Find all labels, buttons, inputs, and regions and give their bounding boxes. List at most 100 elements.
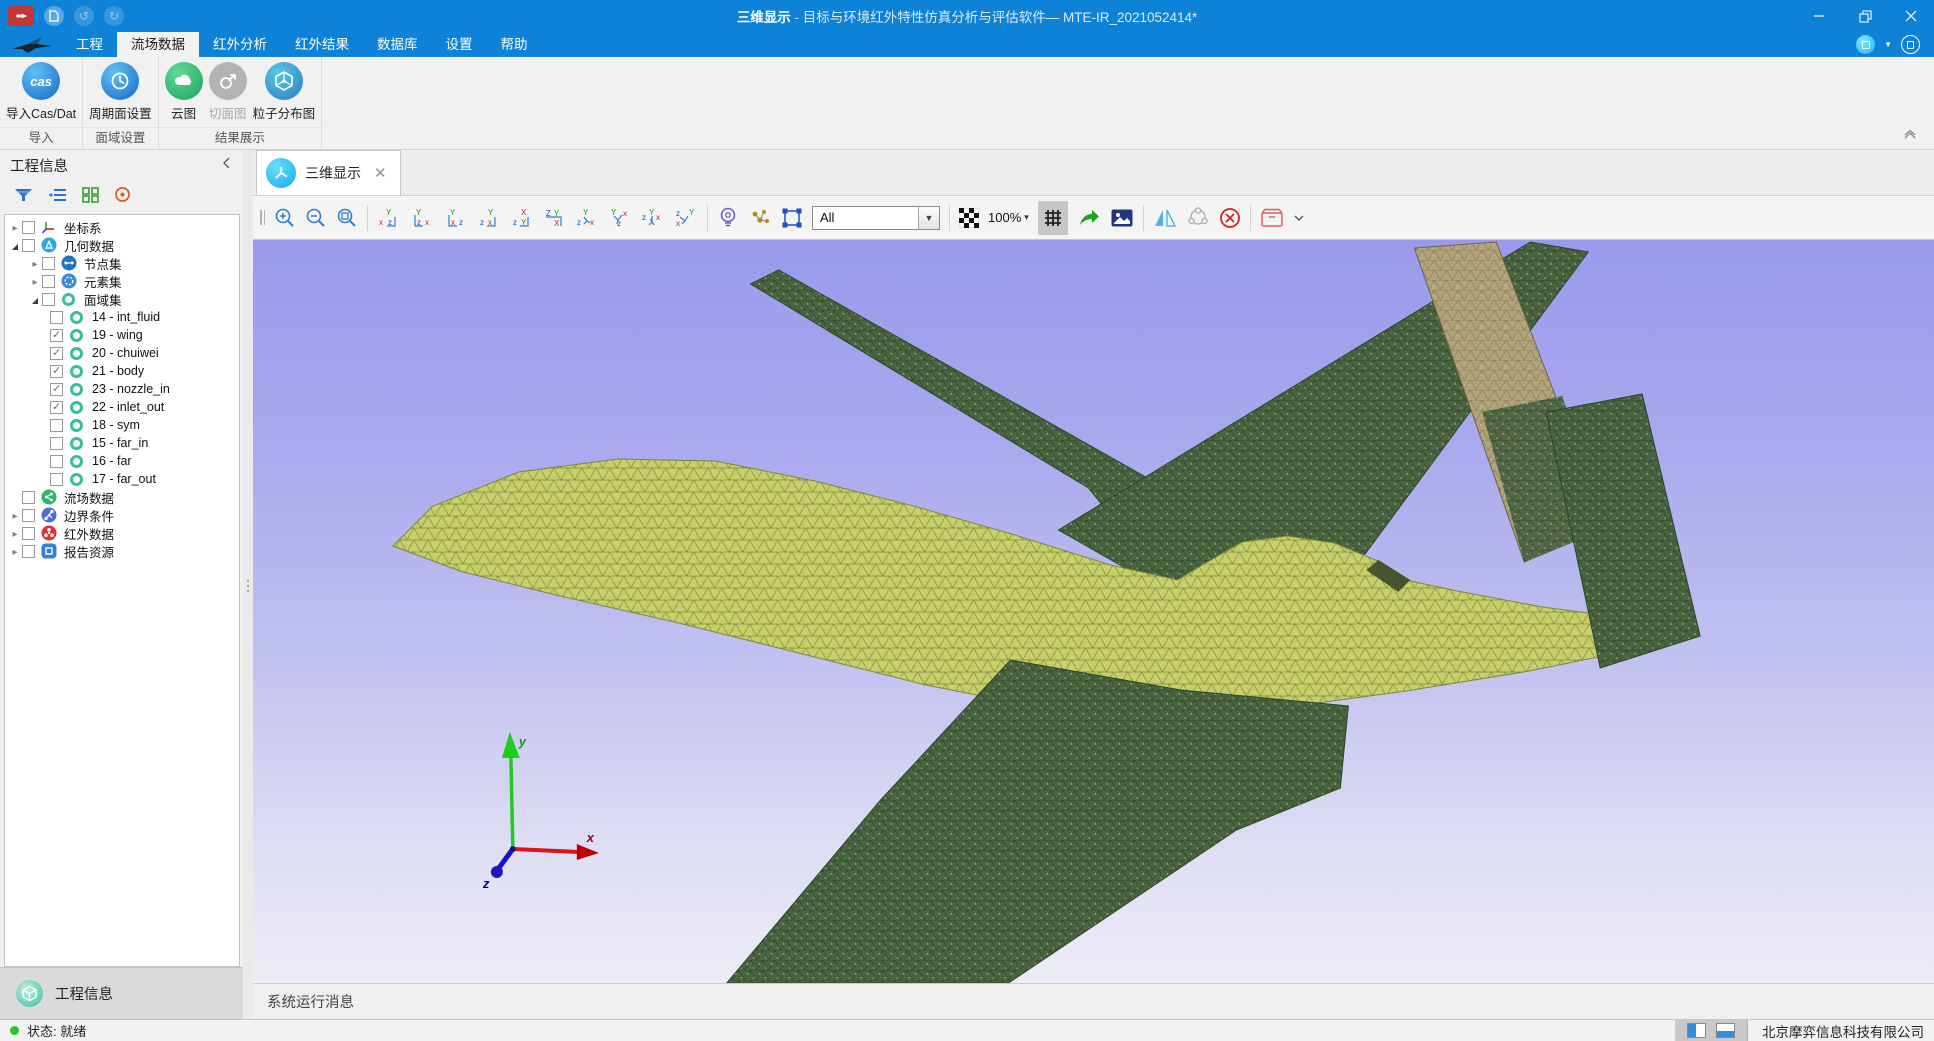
checkbox[interactable] bbox=[50, 347, 63, 360]
checkbox[interactable] bbox=[50, 329, 63, 342]
tree-item-face-21[interactable]: 21 - body bbox=[5, 362, 239, 380]
checkbox[interactable] bbox=[22, 527, 35, 540]
expand-arrow[interactable] bbox=[28, 256, 42, 270]
expand-arrow[interactable] bbox=[28, 274, 42, 288]
tree-item-infrared-data[interactable]: 红外数据 bbox=[5, 524, 239, 542]
tab-close-icon[interactable]: ✕ bbox=[374, 164, 387, 182]
grid-view-button[interactable] bbox=[82, 187, 99, 208]
expand-arrow[interactable] bbox=[28, 292, 42, 306]
checkbox[interactable] bbox=[50, 311, 63, 324]
checkbox[interactable] bbox=[50, 437, 63, 450]
tree-item-face-18[interactable]: 18 - sym bbox=[5, 416, 239, 434]
expand-arrow[interactable] bbox=[8, 526, 22, 540]
periodic-face-button[interactable]: 周期面设置 bbox=[86, 62, 155, 122]
checkbox[interactable] bbox=[50, 419, 63, 432]
tree-item-face-23[interactable]: 23 - nozzle_in bbox=[5, 380, 239, 398]
toolbar-drag-handle[interactable] bbox=[260, 210, 265, 225]
tab-3d-view[interactable]: 三维显示 ✕ bbox=[256, 150, 401, 195]
checkbox[interactable] bbox=[22, 491, 35, 504]
tree-item-report-resources[interactable]: 报告资源 bbox=[5, 542, 239, 560]
slice-plot-button[interactable]: 切面图 bbox=[206, 62, 250, 122]
checkbox[interactable] bbox=[42, 293, 55, 306]
view-left-icon[interactable]: Yxz bbox=[443, 207, 467, 229]
select-box-icon[interactable] bbox=[781, 207, 803, 229]
checkbox[interactable] bbox=[50, 365, 63, 378]
expand-arrow[interactable] bbox=[8, 238, 22, 252]
contour-plot-button[interactable]: 云图 bbox=[162, 62, 206, 122]
view-iso-se-icon[interactable]: Yzx bbox=[641, 207, 665, 229]
snapshot-icon[interactable] bbox=[1110, 208, 1134, 228]
tree-item-face-14[interactable]: 14 - int_fluid bbox=[5, 308, 239, 326]
display-filter-combobox[interactable]: All ▼ bbox=[812, 206, 940, 230]
bottom-panel-toggle-icon[interactable] bbox=[1716, 1023, 1735, 1038]
expand-arrow[interactable] bbox=[8, 508, 22, 522]
panel-footer-tab[interactable]: 工程信息 bbox=[0, 967, 243, 1019]
view-iso-sw-icon[interactable]: zYx bbox=[674, 207, 698, 229]
menu-tab-help[interactable]: 帮助 bbox=[487, 32, 542, 57]
zoom-out-icon[interactable] bbox=[305, 207, 327, 229]
light-icon[interactable] bbox=[717, 206, 739, 230]
checkbox[interactable] bbox=[42, 275, 55, 288]
menu-tab-ir-results[interactable]: 红外结果 bbox=[281, 32, 363, 57]
checkbox[interactable] bbox=[42, 257, 55, 270]
tree-item-element-set[interactable]: 元素集 bbox=[5, 272, 239, 290]
restore-button[interactable] bbox=[1842, 1, 1888, 31]
panel-splitter[interactable] bbox=[243, 150, 253, 1019]
checkbox[interactable] bbox=[22, 221, 35, 234]
expand-arrow[interactable] bbox=[8, 220, 22, 234]
tree-item-face-19[interactable]: 19 - wing bbox=[5, 326, 239, 344]
checkbox[interactable] bbox=[22, 545, 35, 558]
view-front-icon[interactable]: Yxz bbox=[377, 207, 401, 229]
mesh-toggle-button[interactable] bbox=[1038, 201, 1068, 235]
import-cas-dat-button[interactable]: cas 导入Cas/Dat bbox=[3, 62, 79, 122]
tree-item-flow-data[interactable]: 流场数据 bbox=[5, 488, 239, 506]
tree-item-face-22[interactable]: 22 - inlet_out bbox=[5, 398, 239, 416]
close-button[interactable] bbox=[1888, 1, 1934, 31]
redo-button[interactable]: ↻ bbox=[104, 6, 124, 26]
zoom-in-icon[interactable] bbox=[274, 207, 296, 229]
checkbox[interactable] bbox=[50, 455, 63, 468]
app-logo-button[interactable] bbox=[8, 6, 34, 26]
panel-collapse-button[interactable] bbox=[221, 156, 233, 174]
combobox-dropdown-button[interactable]: ▼ bbox=[918, 207, 939, 229]
checkbox[interactable] bbox=[50, 473, 63, 486]
ribbon-collapse-button[interactable] bbox=[1902, 127, 1918, 145]
tree-item-node-set[interactable]: 节点集 bbox=[5, 254, 239, 272]
archive-box-icon[interactable] bbox=[1260, 208, 1284, 228]
checkbox[interactable] bbox=[22, 509, 35, 522]
chevron-down-icon[interactable]: ▼ bbox=[1884, 40, 1892, 49]
outline-list-button[interactable] bbox=[48, 187, 67, 208]
opacity-checker-icon[interactable] bbox=[959, 208, 979, 228]
menu-tab-ir-analysis[interactable]: 红外分析 bbox=[199, 32, 281, 57]
opacity-level-dropdown[interactable]: 100% bbox=[988, 210, 1029, 225]
filter-button[interactable] bbox=[14, 187, 33, 208]
view-iso-ne-icon[interactable]: Yzx bbox=[575, 207, 599, 229]
view-back-icon[interactable]: Yzx bbox=[410, 207, 434, 229]
tree-item-coordinate-system[interactable]: 坐标系 bbox=[5, 218, 239, 236]
menu-tab-database[interactable]: 数据库 bbox=[363, 32, 432, 57]
mirror-icon[interactable] bbox=[1153, 207, 1177, 229]
view-right-icon[interactable]: Yzx bbox=[476, 207, 500, 229]
undo-button[interactable]: ↺ bbox=[74, 6, 94, 26]
checkbox[interactable] bbox=[50, 383, 63, 396]
left-panel-toggle-icon[interactable] bbox=[1687, 1023, 1706, 1038]
expand-arrow[interactable] bbox=[8, 544, 22, 558]
tree-item-face-20[interactable]: 20 - chuiwei bbox=[5, 344, 239, 362]
tree-item-face-set[interactable]: 面域集 bbox=[5, 290, 239, 308]
tree-item-face-16[interactable]: 16 - far bbox=[5, 452, 239, 470]
view-bottom-icon[interactable]: ZYX bbox=[542, 207, 566, 229]
zoom-fit-icon[interactable] bbox=[336, 207, 358, 229]
chevron-down-icon[interactable] bbox=[1293, 214, 1305, 222]
view-top-icon[interactable]: XzY bbox=[509, 207, 533, 229]
window-layout-button[interactable] bbox=[1856, 35, 1875, 54]
menu-tab-settings[interactable]: 设置 bbox=[432, 32, 487, 57]
new-document-button[interactable] bbox=[44, 6, 64, 26]
menu-tab-flow-data[interactable]: 流场数据 bbox=[117, 32, 199, 57]
locate-button[interactable] bbox=[114, 186, 131, 208]
menu-tab-engineering[interactable]: 工程 bbox=[62, 32, 117, 57]
viewport-canvas[interactable]: y x z bbox=[253, 240, 1934, 983]
checkbox[interactable] bbox=[22, 239, 35, 252]
view-iso-nw-icon[interactable]: Yxz bbox=[608, 207, 632, 229]
checkbox[interactable] bbox=[50, 401, 63, 414]
particle-distribution-button[interactable]: 粒子分布图 bbox=[250, 62, 319, 122]
